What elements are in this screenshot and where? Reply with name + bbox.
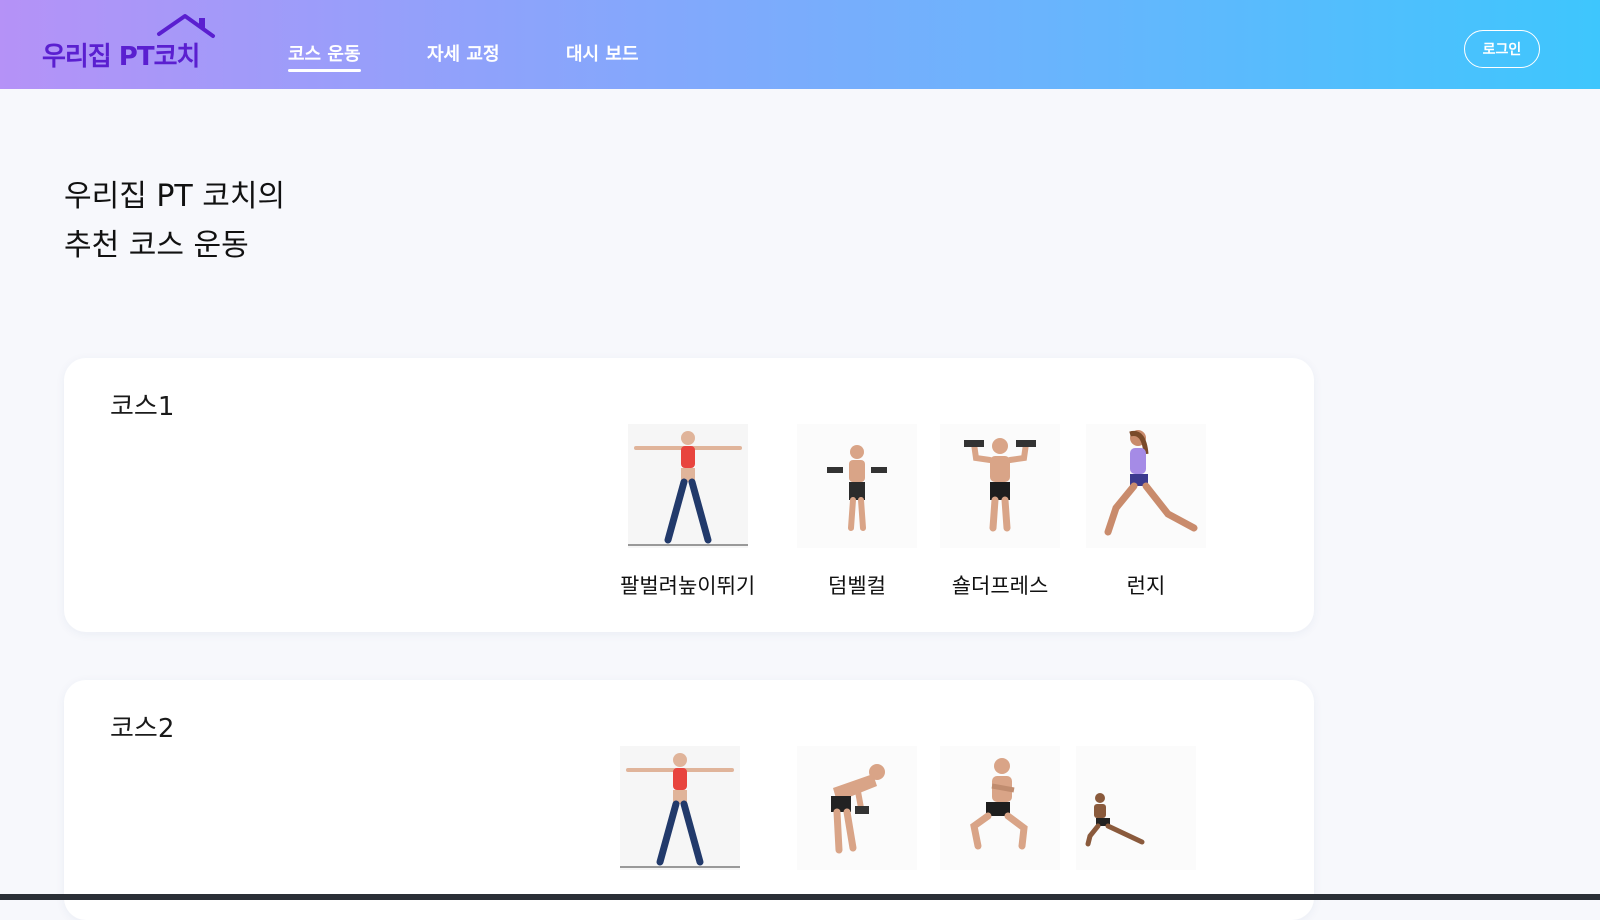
exercise-label: 팔벌려높이뛰기 xyxy=(620,574,756,598)
exercise-image-shoulder-press xyxy=(940,424,1060,548)
login-button[interactable]: 로그인 xyxy=(1464,30,1540,68)
page-title-line2: 추천 코스 운동 xyxy=(64,228,249,263)
nav-course-workout[interactable]: 코스 운동 xyxy=(288,40,361,72)
exercise-item[interactable]: 팔벌려높이뛰기 xyxy=(620,424,755,600)
exercise-item[interactable] xyxy=(797,746,917,870)
exercise-item[interactable] xyxy=(940,746,1060,870)
exercise-image-bent-over-row xyxy=(797,746,917,870)
exercise-image-lunge xyxy=(1086,424,1206,548)
exercise-item[interactable]: 덤벨컬 xyxy=(797,424,917,600)
page-title: 우리집 PT 코치의 추천 코스 운동 xyxy=(64,172,285,270)
course-title: 코스2 xyxy=(110,714,175,744)
exercise-item[interactable]: 런지 xyxy=(1086,424,1206,600)
exercise-image-squat xyxy=(940,746,1060,870)
exercise-image-dumbbell-curl xyxy=(797,424,917,548)
exercise-label: 런지 xyxy=(1126,574,1166,598)
exercise-item[interactable] xyxy=(1076,746,1196,870)
nav-dashboard[interactable]: 대시 보드 xyxy=(566,40,639,66)
page-title-line1: 우리집 PT 코치의 xyxy=(64,179,286,214)
course-card-2: 코스2 xyxy=(64,680,1314,920)
exercise-label: 숄더프레스 xyxy=(951,574,1049,598)
exercise-image-jumping-jack xyxy=(627,424,748,548)
course-card-1: 코스1 팔벌려높이뛰기 덤벨컬 숄더프레스 런지 xyxy=(64,358,1314,632)
exercise-image-side-lunge xyxy=(1076,746,1196,870)
exercise-item[interactable] xyxy=(620,746,740,892)
top-nav-bar: 우리집 PT코치 코스 운동 자세 교정 대시 보드 로그인 xyxy=(0,0,1600,89)
exercise-label: 덤벨컬 xyxy=(828,574,886,598)
course-title: 코스1 xyxy=(110,392,175,422)
bottom-strip xyxy=(0,894,1600,900)
exercise-image-jumping-jack xyxy=(620,746,740,870)
house-roof-icon xyxy=(157,14,215,38)
nav-posture-correction[interactable]: 자세 교정 xyxy=(427,40,500,66)
exercise-item[interactable]: 숄더프레스 xyxy=(940,424,1060,600)
